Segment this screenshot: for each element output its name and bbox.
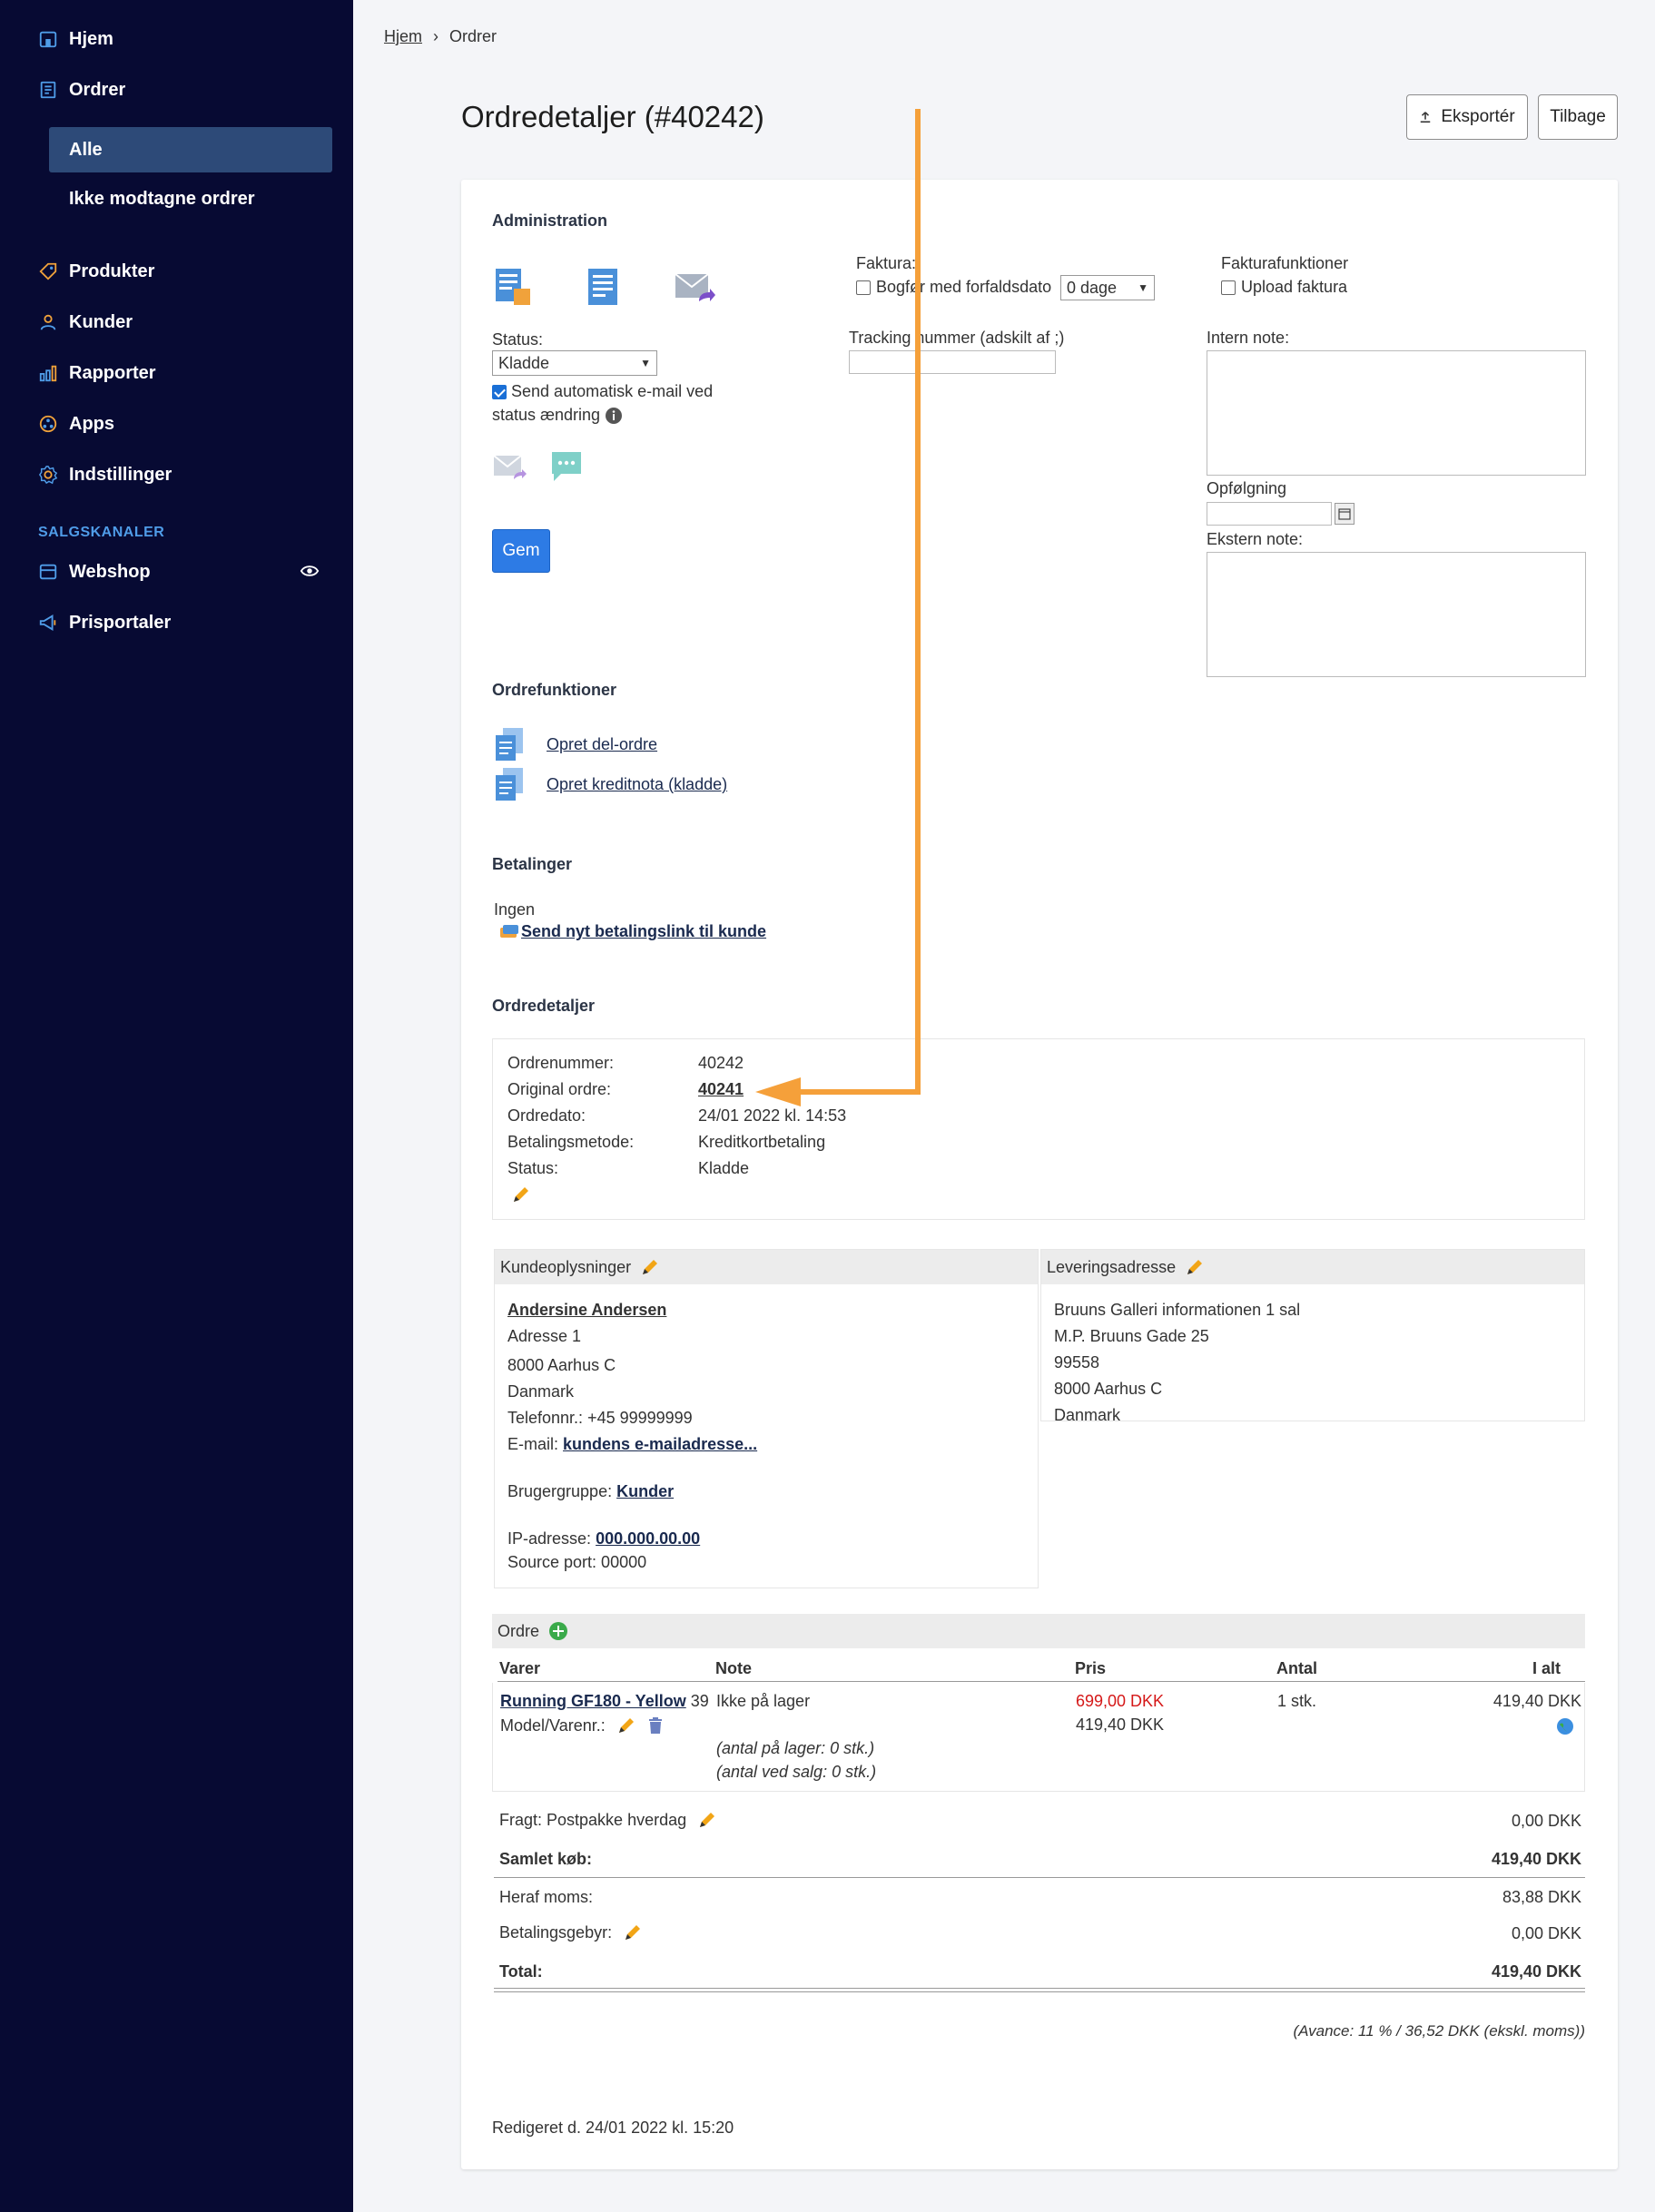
annotation-arrow xyxy=(755,109,921,1106)
